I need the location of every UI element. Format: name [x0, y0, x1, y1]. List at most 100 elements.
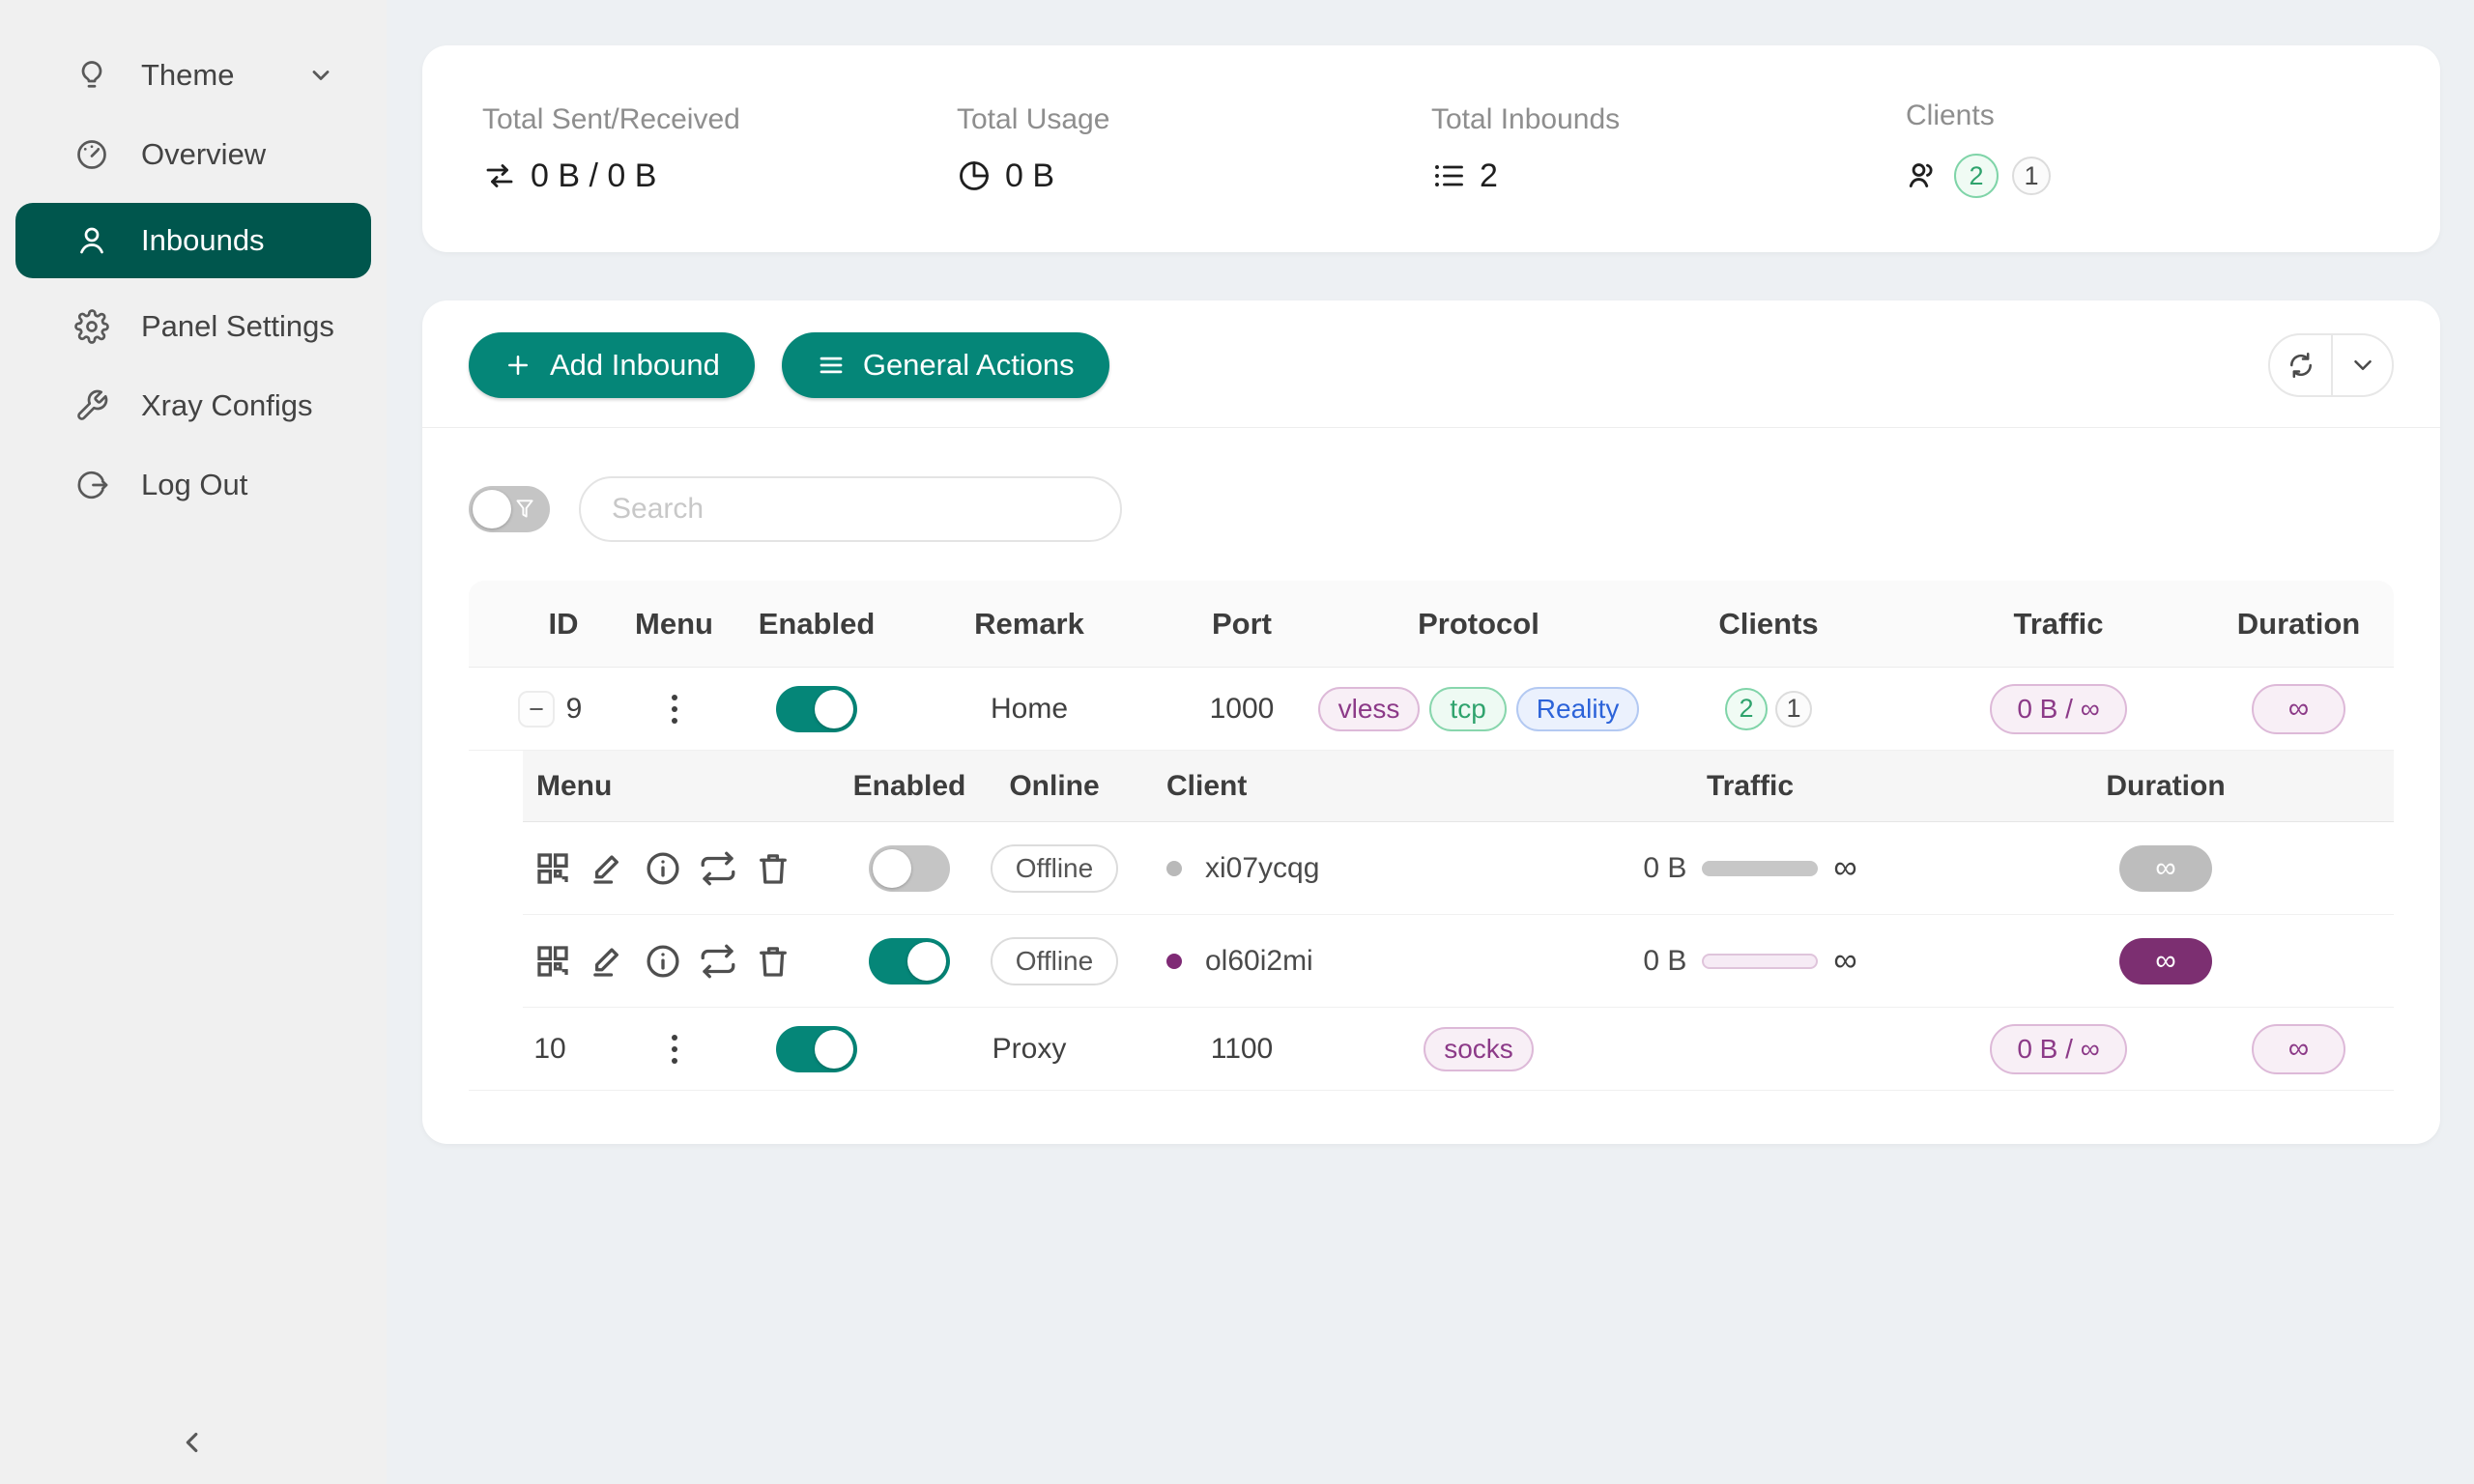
search-input[interactable] [579, 476, 1122, 542]
sidebar-item-label: Inbounds [141, 223, 265, 258]
protocol-tag-vless: vless [1318, 687, 1421, 731]
sidebar-item-label: Overview [141, 137, 266, 172]
protocol-tag-reality: Reality [1516, 687, 1640, 731]
toggle-knob [873, 849, 911, 888]
column-header-clients: Clients [1624, 607, 1913, 642]
client-table-header: Menu Enabled Online Client Traffic Durat… [523, 751, 2394, 822]
sidebar-collapse-button[interactable] [177, 1426, 210, 1459]
sidebar: Theme Overview Inbounds [0, 0, 387, 1484]
column-header-id: ID [469, 607, 623, 642]
stats-card: Total Sent/Received 0 B / 0 B Total Usag… [422, 45, 2440, 252]
stat-clients: Clients 2 1 [1906, 100, 2380, 198]
client-status-dot [1166, 861, 1182, 876]
traffic-progress-bar [1702, 954, 1818, 969]
clients-disabled-badge: 1 [1775, 691, 1812, 728]
inbound-row-10[interactable]: 10 Proxy 1100 socks 0 B / ∞ ∞ [469, 1008, 2394, 1091]
sidebar-item-inbounds[interactable]: Inbounds [15, 203, 371, 278]
stat-value: 0 B / 0 B [531, 157, 656, 195]
stat-total-inbounds: Total Inbounds 2 [1431, 103, 1906, 195]
column-header-menu: Menu [623, 607, 725, 642]
client-enabled-toggle[interactable] [869, 845, 950, 892]
sidebar-item-panel-settings[interactable]: Panel Settings [15, 296, 371, 357]
client-traffic-value: 0 B [1643, 945, 1686, 978]
client-enabled-toggle[interactable] [869, 938, 950, 985]
client-status-dot [1166, 954, 1182, 969]
clients-enabled-badge: 2 [1954, 154, 1999, 198]
toolbar: Add Inbound General Actions [422, 332, 2440, 398]
reset-traffic-icon[interactable] [698, 941, 738, 982]
qr-code-icon[interactable] [532, 848, 573, 889]
add-inbound-label: Add Inbound [550, 348, 720, 383]
inbounds-card: Add Inbound General Actions [422, 300, 2440, 1144]
stat-total-sent-received: Total Sent/Received 0 B / 0 B [482, 103, 957, 195]
client-duration-button[interactable]: ∞ [2119, 938, 2212, 985]
swap-arrows-icon [482, 158, 517, 193]
refresh-dropdown-button[interactable] [2331, 335, 2392, 395]
general-actions-label: General Actions [863, 348, 1075, 383]
sidebar-item-label: Theme [141, 58, 234, 93]
traffic-pill: 0 B / ∞ [1990, 1024, 2126, 1074]
add-inbound-button[interactable]: Add Inbound [469, 332, 755, 398]
collapse-row-button[interactable] [518, 691, 555, 728]
info-icon[interactable] [643, 941, 683, 982]
client-name: xi07ycqg [1205, 852, 1319, 885]
stat-label: Clients [1906, 100, 2380, 132]
inbound-table-header: ID Menu Enabled Remark Port Protocol Cli… [469, 581, 2394, 668]
client-row-xi07ycqg[interactable]: Offline xi07ycqg 0 B ∞ ∞ [523, 822, 2394, 915]
inbound-remark: Proxy [908, 1033, 1150, 1066]
qr-code-icon[interactable] [532, 941, 573, 982]
duration-pill: ∞ [2252, 684, 2345, 734]
client-name: ol60i2mi [1205, 945, 1313, 978]
column-header-port: Port [1150, 607, 1334, 642]
online-status-badge: Offline [991, 937, 1118, 985]
sidebar-item-xray-configs[interactable]: Xray Configs [15, 375, 371, 437]
row-menu-button[interactable] [666, 1029, 683, 1070]
toggle-knob [473, 490, 511, 528]
client-row-ol60i2mi[interactable]: Offline ol60i2mi 0 B ∞ ∞ [523, 915, 2394, 1008]
sidebar-item-label: Xray Configs [141, 388, 312, 423]
delete-icon[interactable] [753, 848, 793, 889]
users-icon [1906, 158, 1941, 193]
inbound-remark: Home [908, 693, 1150, 726]
client-duration-button[interactable]: ∞ [2119, 845, 2212, 892]
inbound-port: 1000 [1150, 693, 1334, 726]
logout-icon [72, 468, 112, 502]
online-status-badge: Offline [991, 844, 1118, 893]
info-icon[interactable] [643, 848, 683, 889]
inbound-enabled-toggle[interactable] [776, 686, 857, 732]
stat-label: Total Sent/Received [482, 103, 957, 136]
gear-icon [72, 309, 112, 344]
list-icon [1431, 158, 1466, 193]
stat-value: 2 [1480, 157, 1498, 195]
traffic-pill: 0 B / ∞ [1990, 684, 2126, 734]
general-actions-button[interactable]: General Actions [782, 332, 1109, 398]
stat-label: Total Inbounds [1431, 103, 1906, 136]
person-icon [72, 223, 112, 258]
inbound-row-9[interactable]: 9 Home 1000 vless tcp Reality 2 1 [469, 668, 2394, 751]
sidebar-item-overview[interactable]: Overview [15, 124, 371, 186]
refresh-button-group [2268, 333, 2394, 397]
inbound-enabled-toggle[interactable] [776, 1026, 857, 1072]
stat-total-usage: Total Usage 0 B [957, 103, 1431, 195]
reset-traffic-icon[interactable] [698, 848, 738, 889]
client-subtable: Menu Enabled Online Client Traffic Durat… [523, 751, 2394, 1008]
row-menu-button[interactable] [666, 689, 683, 729]
refresh-button[interactable] [2270, 335, 2331, 395]
sidebar-item-log-out[interactable]: Log Out [15, 454, 371, 516]
traffic-cap: ∞ [1833, 942, 1856, 980]
clients-enabled-badge: 2 [1725, 688, 1768, 730]
filter-toggle[interactable] [469, 486, 550, 532]
traffic-progress-bar [1702, 861, 1818, 876]
pie-chart-icon [957, 158, 992, 193]
duration-pill: ∞ [2252, 1024, 2345, 1074]
edit-icon[interactable] [588, 848, 628, 889]
dashboard-icon [72, 137, 112, 172]
wrench-icon [72, 388, 112, 423]
edit-icon[interactable] [588, 941, 628, 982]
column-header-traffic: Traffic [1913, 607, 2203, 642]
column-header-enabled: Enabled [832, 770, 987, 803]
delete-icon[interactable] [753, 941, 793, 982]
toggle-knob [815, 690, 853, 728]
hamburger-icon [817, 351, 846, 380]
sidebar-item-theme[interactable]: Theme [15, 44, 371, 106]
